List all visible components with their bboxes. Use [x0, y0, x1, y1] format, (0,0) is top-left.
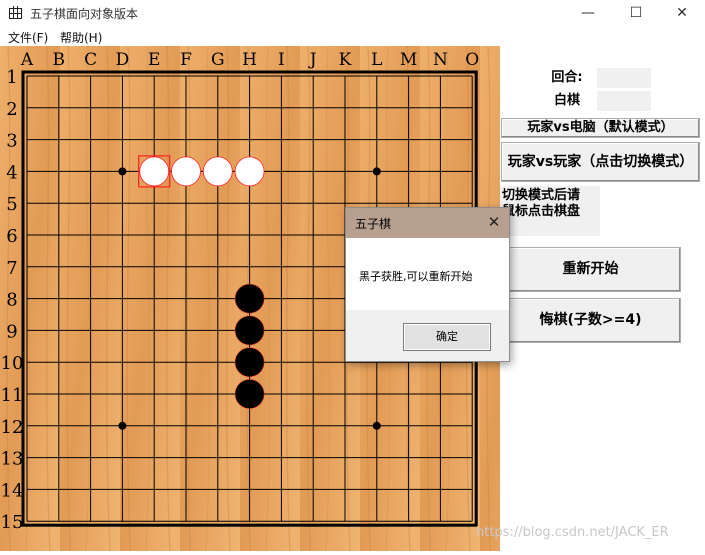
title-bar: 五子棋面向对象版本 — ☐ ✕ — [0, 0, 705, 26]
row-label: 9 — [6, 321, 17, 342]
column-label: C — [84, 50, 97, 70]
hint-line-2: 鼠标点击棋盘 — [502, 204, 581, 219]
column-label: D — [116, 50, 130, 70]
window-title: 五子棋面向对象版本 — [30, 7, 139, 21]
dialog-ok-button[interactable]: 确定 — [403, 323, 491, 351]
white-stone — [202, 156, 233, 187]
hint-line-1: 切换模式后请 — [502, 188, 581, 203]
dialog-close-icon[interactable]: ✕ — [485, 213, 503, 231]
menu-file[interactable]: 文件(F) — [8, 29, 48, 46]
row-label: 14 — [1, 480, 24, 501]
column-label: N — [433, 50, 448, 70]
app-icon — [9, 6, 22, 19]
row-label: 11 — [1, 385, 24, 406]
undo-button[interactable]: 悔棋(子数>=4) — [500, 298, 681, 343]
row-label: 8 — [6, 290, 17, 311]
dialog-title: 五子棋 — [355, 217, 392, 231]
white-stone — [139, 156, 170, 187]
round-label: 回合: — [551, 70, 583, 85]
row-label: 3 — [6, 131, 17, 152]
column-label: B — [53, 50, 66, 70]
black-stone — [234, 347, 265, 378]
mode-hint: 切换模式后请 鼠标点击棋盘 — [500, 186, 600, 236]
menu-help[interactable]: 帮助(H) — [60, 29, 102, 46]
column-label: A — [20, 50, 34, 70]
white-stone — [171, 156, 201, 187]
row-label: 13 — [1, 449, 24, 470]
black-stone — [234, 283, 265, 314]
win-dialog: 五子棋 ✕ 黑子获胜,可以重新开始 确定 — [345, 207, 510, 362]
star-point — [372, 421, 381, 430]
watermark: https://blog.csdn.net/JACK_ER — [476, 525, 669, 540]
dialog-footer: 确定 — [346, 310, 509, 361]
column-label: J — [308, 50, 317, 70]
row-label: 2 — [6, 99, 17, 120]
maximize-button[interactable]: ☐ — [613, 0, 659, 26]
dialog-message: 黑子获胜,可以重新开始 — [359, 270, 473, 283]
row-label: 6 — [6, 226, 17, 247]
column-label: E — [148, 50, 160, 70]
column-label: O — [465, 50, 479, 70]
row-label: 7 — [6, 258, 17, 279]
column-label: I — [278, 50, 285, 70]
minimize-button[interactable]: — — [565, 0, 611, 26]
white-stone — [234, 156, 265, 187]
column-label: K — [339, 50, 352, 70]
column-label: M — [400, 50, 417, 70]
star-point — [372, 167, 381, 176]
star-point — [118, 167, 127, 176]
column-label: G — [211, 50, 225, 70]
row-label: 5 — [6, 194, 17, 215]
row-label: 1 — [6, 67, 17, 88]
column-label: L — [371, 50, 382, 70]
star-point — [118, 421, 127, 430]
mode-default-button[interactable]: 玩家vs电脑（默认模式） — [501, 118, 700, 138]
close-button[interactable]: ✕ — [659, 0, 705, 26]
column-label: H — [242, 50, 257, 70]
restart-button[interactable]: 重新开始 — [500, 247, 681, 292]
row-label: 12 — [1, 417, 24, 438]
mode-pvp-button[interactable]: 玩家vs玩家（点击切换模式） — [501, 142, 700, 182]
turn-value-box — [597, 91, 651, 111]
round-value-box — [597, 68, 651, 88]
turn-label: 白棋 — [553, 93, 580, 108]
column-label: F — [180, 50, 192, 70]
black-stone — [234, 379, 265, 409]
dialog-title-bar: 五子棋 ✕ — [346, 208, 509, 238]
row-label: 15 — [1, 512, 24, 533]
menu-bar: 文件(F) 帮助(H) — [0, 26, 705, 46]
row-label: 4 — [6, 162, 17, 183]
black-stone — [234, 315, 265, 346]
row-label: 10 — [1, 353, 24, 374]
